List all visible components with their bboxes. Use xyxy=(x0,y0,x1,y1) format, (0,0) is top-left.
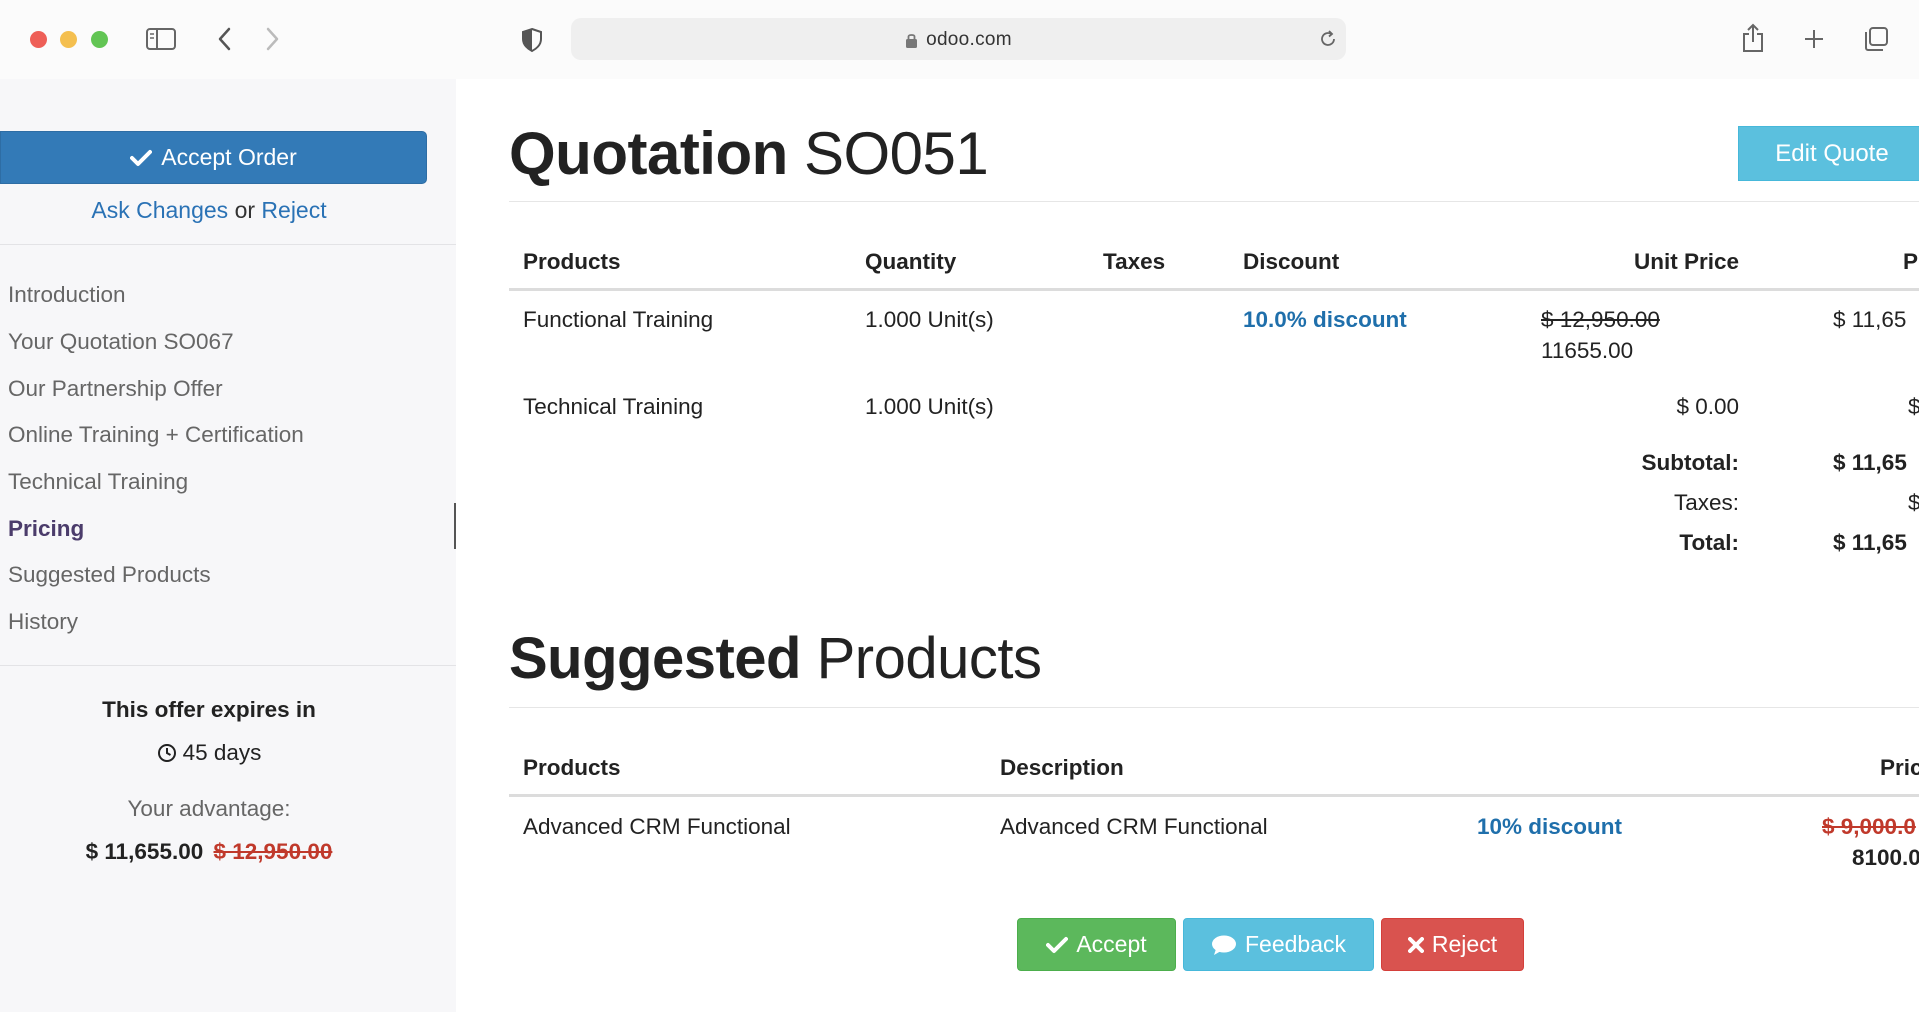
sidebar-nav: Introduction Your Quotation SO067 Our Pa… xyxy=(0,272,456,646)
close-window-button[interactable] xyxy=(30,31,47,48)
row-discount: 10.0% discount xyxy=(1243,307,1407,332)
suggested-title: Suggested Products xyxy=(509,625,1042,692)
tab-overview-icon[interactable] xyxy=(1862,25,1890,53)
col-header-taxes: Taxes xyxy=(1103,249,1166,274)
advantage-new-price: $ 11,655.00 xyxy=(85,839,204,864)
forward-icon[interactable] xyxy=(263,26,283,52)
nav-item-online-training[interactable]: Online Training + Certification xyxy=(0,412,456,459)
reload-icon[interactable] xyxy=(1317,28,1339,50)
row-unit-price-old: $ 12,950.00 xyxy=(1541,307,1660,332)
reject-button[interactable]: Reject xyxy=(1381,918,1524,971)
offer-days: 45 days xyxy=(0,740,418,766)
suggested-row-discount: 10% discount xyxy=(1477,814,1623,839)
days-remaining: 45 days xyxy=(182,740,262,765)
suggested-row-description: Advanced CRM Functional xyxy=(1000,814,1268,839)
nav-item-technical-training[interactable]: Technical Training xyxy=(0,459,456,506)
row-price: $ xyxy=(1908,394,1919,419)
nav-item-introduction[interactable]: Introduction xyxy=(0,272,456,319)
row-unit-price: $ 0.00 xyxy=(1676,394,1739,419)
row-quantity: 1.000 Unit(s) xyxy=(865,307,994,332)
suggested-title-bold: Suggested xyxy=(509,626,802,691)
accept-order-button[interactable]: Accept Order xyxy=(0,131,427,184)
suggested-divider xyxy=(509,707,1919,708)
or-text: or xyxy=(234,197,256,223)
sidebar-divider xyxy=(0,665,456,666)
nav-item-suggested-products[interactable]: Suggested Products xyxy=(0,552,456,599)
col-header-price: P xyxy=(1903,249,1919,274)
accept-order-label: Accept Order xyxy=(161,144,297,170)
nav-item-pricing[interactable]: Pricing xyxy=(0,503,456,552)
nav-item-history[interactable]: History xyxy=(0,599,456,646)
address-bar[interactable]: odoo.com xyxy=(571,18,1346,60)
col-header-quantity: Quantity xyxy=(865,249,957,274)
ask-changes-link[interactable]: Ask Changes xyxy=(91,197,228,223)
col-header-price: Pric xyxy=(1880,755,1919,780)
nav-item-your-quotation[interactable]: Your Quotation SO067 xyxy=(0,319,456,366)
accept-button[interactable]: Accept xyxy=(1017,918,1176,971)
title-divider xyxy=(509,201,1919,202)
lock-icon xyxy=(906,33,918,48)
feedback-button[interactable]: Feedback xyxy=(1183,918,1374,971)
advantage-old-price: $ 12,950.00 xyxy=(213,839,333,864)
url-text: odoo.com xyxy=(926,29,1012,50)
row-product: Functional Training xyxy=(523,307,714,332)
close-icon xyxy=(1407,936,1424,953)
row-product: Technical Training xyxy=(523,394,704,419)
total-value: $ 11,65 xyxy=(1833,530,1907,555)
clock-icon xyxy=(157,744,176,762)
taxes-label: Taxes: xyxy=(1673,490,1739,515)
row-unit-price: 11655.00 xyxy=(1541,338,1634,363)
reject-link[interactable]: Reject xyxy=(261,197,326,223)
back-icon[interactable] xyxy=(214,26,234,52)
quotation-title-bold: Quotation xyxy=(509,120,788,187)
new-tab-icon[interactable] xyxy=(1802,27,1826,51)
sidebar-toggle-icon[interactable] xyxy=(145,26,177,52)
ask-changes-line: Ask Changes or Reject xyxy=(0,197,418,224)
minimize-window-button[interactable] xyxy=(60,31,77,48)
advantage-amount: $ 11,655.00 $ 12,950.00 xyxy=(0,839,418,865)
col-header-products: Products xyxy=(523,755,621,780)
main-content: Quotation SO051 Edit Quote Products Quan… xyxy=(456,79,1919,1012)
table-header-divider xyxy=(509,794,1919,797)
zoom-window-button[interactable] xyxy=(91,31,108,48)
reject-label: Reject xyxy=(1431,931,1498,957)
checkmark-icon xyxy=(1046,936,1069,953)
suggested-title-light: Products xyxy=(816,626,1042,691)
browser-toolbar: odoo.com xyxy=(0,0,1919,79)
col-header-products: Products xyxy=(523,249,621,274)
subtotal-label: Subtotal: xyxy=(1641,450,1739,475)
accept-label: Accept xyxy=(1076,931,1147,957)
suggested-row-product: Advanced CRM Functional xyxy=(523,814,791,839)
checkmark-icon xyxy=(130,149,153,166)
quote-sidebar: Accept Order Ask Changes or Reject Intro… xyxy=(0,79,456,1012)
total-label: Total: xyxy=(1679,530,1739,555)
nav-item-partnership-offer[interactable]: Our Partnership Offer xyxy=(0,365,456,412)
comment-icon xyxy=(1211,935,1236,955)
offer-expires-label: This offer expires in xyxy=(102,697,316,722)
quotation-title: Quotation SO051 xyxy=(509,119,989,188)
row-quantity: 1.000 Unit(s) xyxy=(865,394,994,419)
edit-quote-button[interactable]: Edit Quote xyxy=(1738,126,1919,181)
col-header-discount: Discount xyxy=(1243,249,1340,274)
quotation-number: SO051 xyxy=(803,120,989,187)
privacy-shield-icon[interactable] xyxy=(520,26,544,54)
share-icon[interactable] xyxy=(1740,22,1766,54)
sidebar-divider xyxy=(0,244,456,245)
col-header-unit-price: Unit Price xyxy=(1633,249,1739,274)
subtotal-value: $ 11,65 xyxy=(1833,450,1907,475)
col-header-description: Description xyxy=(1000,755,1124,780)
advantage-label: Your advantage: xyxy=(127,796,291,821)
row-price: $ 11,65 xyxy=(1833,307,1907,332)
taxes-value: $ xyxy=(1908,490,1919,515)
table-header-divider xyxy=(509,288,1919,291)
feedback-label: Feedback xyxy=(1244,931,1346,957)
suggested-row-price-old: $ 9,000.0 xyxy=(1822,814,1916,839)
suggested-row-price: 8100.0 xyxy=(1852,845,1919,870)
